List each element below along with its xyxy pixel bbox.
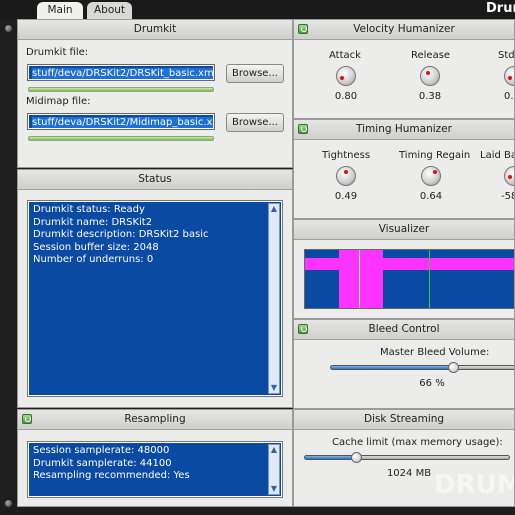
tab-main[interactable]: Main	[37, 2, 83, 19]
status-scrollbar[interactable]: ▲ ▼	[268, 203, 280, 394]
status-text-area[interactable]: Drumkit status: Ready Drumkit name: DRSK…	[28, 201, 282, 396]
timing-humanizer-panel: Timing Humanizer Tightness 0.49 Timing R…	[293, 119, 515, 219]
power-toggle-icon[interactable]	[298, 124, 308, 134]
laid-back-knob[interactable]	[504, 166, 514, 186]
scroll-up-icon[interactable]: ▲	[269, 204, 279, 214]
cache-limit-label: Cache limit (max memory usage):	[332, 437, 503, 448]
drumkit-panel: Drumkit Drumkit file: stuff/deva/DRSKit2…	[17, 19, 293, 168]
attack-value: 0.80	[334, 91, 358, 102]
status-line: Drumkit name: DRSKit2	[33, 216, 153, 228]
laid-back-label: Laid Back	[480, 150, 514, 161]
attack-label: Attack	[329, 50, 361, 61]
drumkit-browse-button[interactable]: Browse...	[226, 64, 284, 83]
std-knob[interactable]	[504, 66, 514, 86]
power-toggle-icon[interactable]	[22, 414, 32, 424]
timing-regain-label: Timing Regain	[399, 150, 471, 161]
visualizer-band-vertical	[339, 250, 383, 308]
visualizer-panel: Visualizer	[293, 219, 515, 319]
resampling-line: Session samplerate: 48000	[33, 445, 170, 456]
midimap-file-value: stuff/deva/DRSKit2/Midimap_basic.xml	[32, 117, 213, 128]
resampling-panel: Resampling Session samplerate: 48000 Dru…	[17, 409, 293, 507]
visualizer-title: Visualizer	[294, 220, 514, 240]
master-bleed-slider-thumb[interactable]	[447, 362, 459, 373]
status-line: Number of underruns: 0	[33, 254, 154, 265]
disk-streaming-title: Disk Streaming	[294, 410, 514, 430]
master-bleed-slider[interactable]	[330, 365, 514, 370]
drumkit-file-label: Drumkit file:	[26, 47, 89, 58]
bleed-control-panel: Bleed Control Master Bleed Volume: 66 %	[293, 319, 515, 409]
master-bleed-label: Master Bleed Volume:	[380, 347, 490, 358]
screw-icon	[5, 25, 12, 32]
release-label: Release	[411, 50, 451, 61]
app-window: Main About Drum Drumkit Drumkit file: st…	[0, 0, 515, 515]
velocity-humanizer-panel: Velocity Humanizer Attack 0.80 Release 0…	[293, 19, 515, 119]
attack-knob[interactable]	[336, 66, 356, 86]
resampling-panel-title: Resampling	[18, 410, 292, 430]
visualizer-display	[304, 249, 514, 309]
power-toggle-icon[interactable]	[298, 324, 308, 334]
drumkit-file-value: stuff/deva/DRSKit2/DRSKit_basic.xml	[32, 68, 213, 79]
midimap-browse-button[interactable]: Browse...	[226, 113, 284, 132]
status-line: Session buffer size: 2048	[33, 241, 159, 253]
status-panel-title: Status	[18, 170, 292, 190]
cache-limit-slider[interactable]	[304, 455, 510, 460]
bleed-control-title: Bleed Control	[294, 320, 514, 340]
master-bleed-value: 66 %	[419, 378, 445, 389]
scroll-down-icon[interactable]: ▼	[269, 484, 279, 494]
timing-regain-knob[interactable]	[421, 166, 441, 186]
laid-back-value: -58	[501, 191, 514, 202]
std-label: Std	[498, 50, 515, 61]
resampling-line: Resampling recommended: Yes	[33, 470, 190, 481]
tightness-value: 0.49	[334, 191, 358, 202]
tightness-label: Tightness	[322, 150, 371, 161]
std-value: 0.1	[504, 91, 514, 102]
visualizer-marker-line	[429, 250, 430, 308]
tab-bar: Main About Drum	[0, 0, 515, 19]
tightness-knob[interactable]	[336, 166, 356, 186]
drumkit-file-field[interactable]: stuff/deva/DRSKit2/DRSKit_basic.xml	[28, 65, 214, 80]
visualizer-band-horizontal	[305, 258, 514, 270]
visualizer-marker-line	[359, 250, 360, 308]
status-line: Drumkit status: Ready	[33, 204, 145, 215]
midimap-file-label: Midimap file:	[26, 96, 91, 107]
midimap-file-field[interactable]: stuff/deva/DRSKit2/Midimap_basic.xml	[28, 114, 214, 129]
timing-regain-value: 0.64	[419, 191, 443, 202]
tab-about[interactable]: About	[87, 2, 132, 19]
power-toggle-icon[interactable]	[298, 24, 308, 34]
scroll-up-icon[interactable]: ▲	[269, 445, 279, 455]
timing-humanizer-title: Timing Humanizer	[294, 120, 514, 140]
status-panel: Status Drumkit status: Ready Drumkit nam…	[17, 169, 293, 408]
brand-logo-text: Drum	[486, 1, 515, 16]
velocity-humanizer-title: Velocity Humanizer	[294, 20, 514, 40]
screw-icon	[5, 500, 12, 507]
drumgizmo-watermark-logo: DRUMG	[434, 470, 514, 500]
status-line: Drumkit description: DRSKit2 basic	[33, 229, 209, 240]
drumkit-panel-title: Drumkit	[18, 20, 292, 40]
resampling-text-area[interactable]: Session samplerate: 48000 Drumkit sample…	[28, 442, 282, 497]
resampling-scrollbar[interactable]: ▲ ▼	[268, 444, 280, 495]
release-value: 0.38	[418, 91, 442, 102]
resampling-line: Drumkit samplerate: 44100	[33, 457, 172, 469]
disk-streaming-panel: Disk Streaming Cache limit (max memory u…	[293, 409, 515, 507]
scroll-down-icon[interactable]: ▼	[269, 383, 279, 393]
cache-limit-slider-thumb[interactable]	[350, 452, 362, 463]
midimap-load-progress	[28, 136, 214, 141]
drumkit-load-progress	[28, 87, 214, 92]
release-knob[interactable]	[420, 66, 440, 86]
